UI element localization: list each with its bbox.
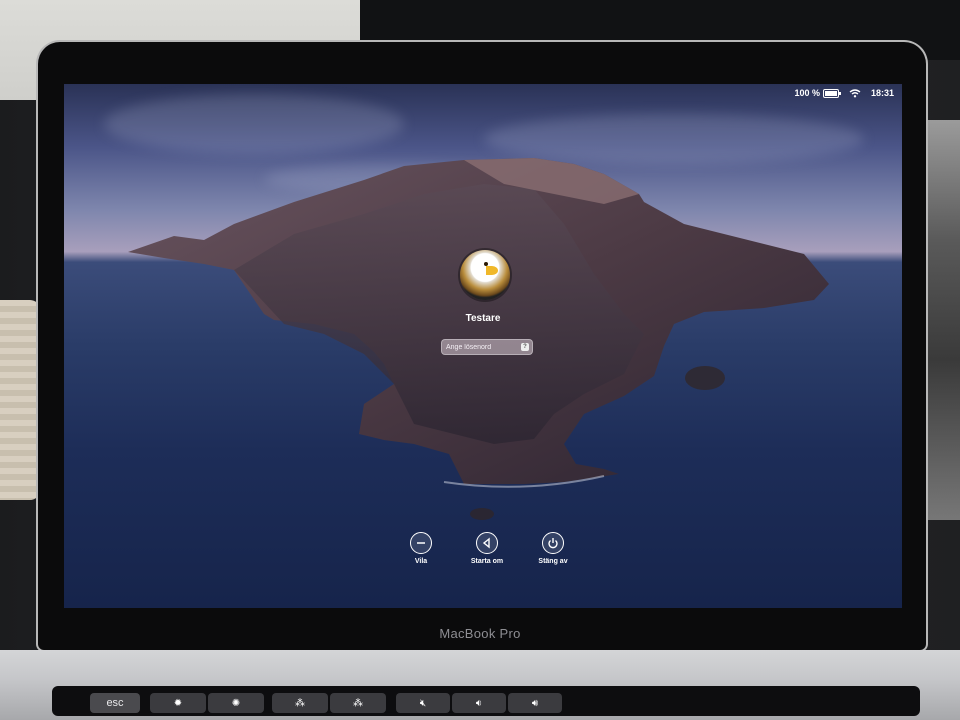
sleep-icon [410,532,432,554]
eagle-avatar-icon[interactable] [460,250,510,300]
battery-status[interactable]: 100 % [794,88,841,99]
keyboard-dim-icon[interactable]: ⁂ [272,693,328,713]
device-brand-label: MacBook Pro [439,626,521,641]
restart-label: Starta om [470,558,504,565]
battery-percentage: 100 % [794,88,820,98]
restart-icon [476,532,498,554]
restart-button[interactable]: Starta om [457,532,517,565]
shutdown-button[interactable]: Stäng av [523,532,583,565]
password-hint-icon[interactable]: ? [521,343,529,351]
clock: 18:31 [870,88,894,99]
menu-status-bar: 100 % 18:31 [794,88,894,99]
sleep-button[interactable]: Vila [391,532,451,565]
esc-key[interactable]: esc [90,693,140,713]
avatar-beak [486,266,498,275]
login-screen: 100 % 18:31 Testare ? Vila Starta om Stä… [64,84,902,608]
keyboard-bright-icon[interactable]: ⁂ [330,693,386,713]
mute-icon[interactable]: 🔇︎ [396,693,450,713]
brightness-down-icon[interactable]: ✹ [150,693,206,713]
sleep-label: Vila [414,558,428,565]
user-name: Testare [465,313,501,324]
battery-icon [822,89,841,99]
wifi-icon[interactable] [849,88,861,98]
shutdown-label: Stäng av [538,558,568,565]
password-field[interactable]: ? [441,339,533,355]
background-cushion [0,300,40,500]
brightness-up-icon[interactable]: ✺ [208,693,264,713]
password-input[interactable] [446,340,516,354]
background-device [920,120,960,520]
volume-up-icon[interactable]: 🔊︎ [508,693,562,713]
volume-down-icon[interactable]: 🔉︎ [452,693,506,713]
power-icon [542,532,564,554]
